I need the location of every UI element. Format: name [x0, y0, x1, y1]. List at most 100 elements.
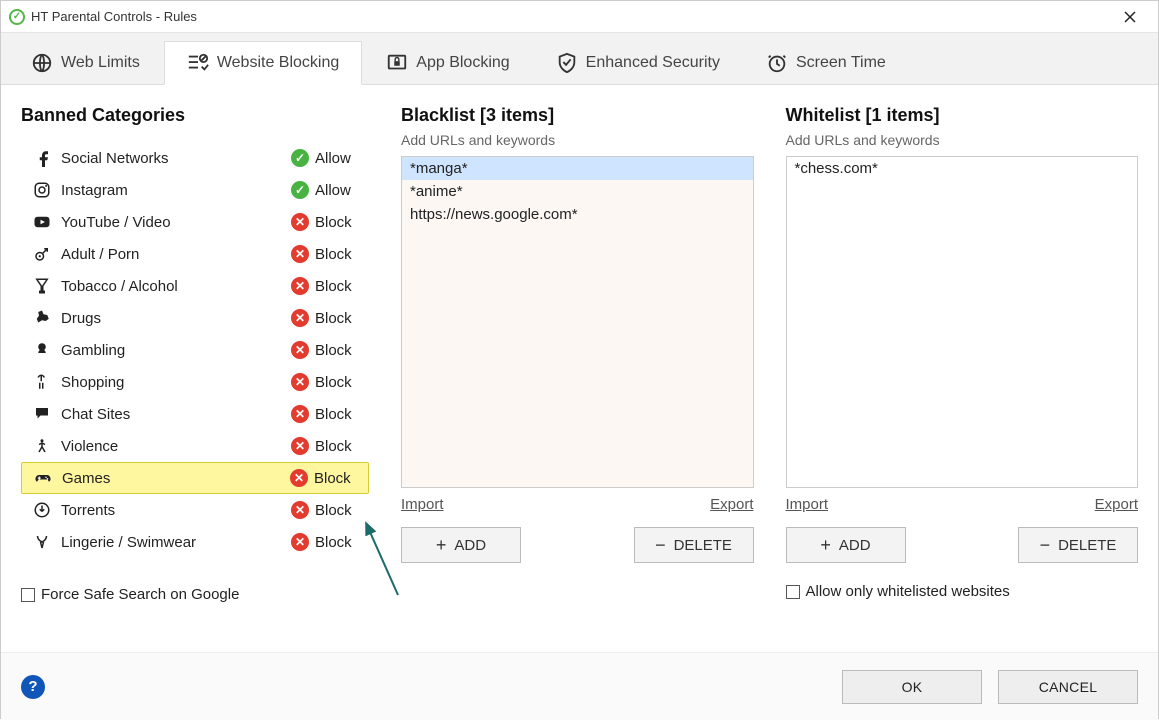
category-row-violence[interactable]: Violence✕Block [21, 430, 369, 462]
category-row-gambling[interactable]: Gambling✕ Block [21, 334, 369, 366]
block-icon: ✕ [291, 213, 309, 231]
blacklist-import-link[interactable]: Import [401, 496, 444, 513]
safe-search-checkbox[interactable]: Force Safe Search on Google [21, 586, 369, 603]
plus-icon: + [436, 536, 447, 554]
block-icon: ✕ [291, 341, 309, 359]
content: Banned Categories Social Networks✓AllowI… [1, 85, 1158, 652]
category-name: Shopping [53, 374, 291, 391]
tabbar: Web Limits Website Blocking App Blocking… [1, 33, 1158, 85]
category-row-social-networks[interactable]: Social Networks✓Allow [21, 142, 369, 174]
category-icon [31, 277, 53, 295]
category-name: Violence [53, 438, 291, 455]
category-row-tobacco-alcohol[interactable]: Tobacco / Alcohol✕Block [21, 270, 369, 302]
category-icon [31, 213, 53, 231]
shield-icon [556, 52, 578, 74]
blacklist-listbox[interactable]: *manga**anime*https://news.google.com* [401, 156, 754, 488]
category-name: Gambling [53, 342, 291, 359]
block-icon: ✕ [291, 277, 309, 295]
blacklist-add-button[interactable]: + ADD [401, 527, 521, 563]
whitelist-title: Whitelist [1 items] [786, 105, 1139, 126]
block-settings-icon [187, 52, 209, 74]
block-icon: ✕ [291, 437, 309, 455]
tab-web-limits[interactable]: Web Limits [9, 41, 162, 85]
category-row-drugs[interactable]: Drugs✕Block [21, 302, 369, 334]
tab-website-blocking[interactable]: Website Blocking [164, 41, 362, 85]
category-row-adult-porn[interactable]: Adult / Porn✕Block [21, 238, 369, 270]
status-text: Block [315, 534, 363, 551]
category-row-torrents[interactable]: Torrents✕ Block [21, 494, 369, 526]
minus-icon: − [1040, 536, 1051, 554]
category-icon [31, 309, 53, 327]
help-button[interactable]: ? [21, 675, 45, 699]
status-text: Allow [315, 182, 363, 199]
tab-app-blocking[interactable]: App Blocking [364, 41, 531, 85]
checkbox-icon [21, 588, 35, 602]
blacklist-item[interactable]: *manga* [402, 157, 753, 180]
whitelist-delete-button[interactable]: − DELETE [1018, 527, 1138, 563]
block-icon: ✕ [291, 373, 309, 391]
block-icon: ✕ [291, 309, 309, 327]
whitelist-export-link[interactable]: Export [1095, 496, 1138, 513]
category-row-youtube-video[interactable]: YouTube / Video✕ Block [21, 206, 369, 238]
plus-icon: + [820, 536, 831, 554]
category-row-instagram[interactable]: Instagram✓Allow [21, 174, 369, 206]
category-row-lingerie-swimwear[interactable]: Lingerie / Swimwear✕ Block [21, 526, 369, 558]
tab-label: Website Blocking [217, 54, 339, 72]
category-row-shopping[interactable]: Shopping✕ Block [21, 366, 369, 398]
delete-label: DELETE [674, 537, 732, 554]
block-icon: ✕ [291, 245, 309, 263]
category-icon [32, 469, 54, 487]
blacklist-hint: Add URLs and keywords [401, 132, 754, 148]
tab-label: Enhanced Security [586, 54, 720, 72]
tab-enhanced-security[interactable]: Enhanced Security [534, 41, 742, 85]
cancel-button[interactable]: CANCEL [998, 670, 1138, 704]
block-icon: ✕ [291, 533, 309, 551]
whitelist-add-button[interactable]: + ADD [786, 527, 906, 563]
category-name: Torrents [53, 502, 291, 519]
category-icon [31, 181, 53, 199]
globe-icon [31, 52, 53, 74]
allow-icon: ✓ [291, 149, 309, 167]
add-label: ADD [454, 537, 486, 554]
status-text: Block [315, 214, 363, 231]
checkbox-icon [786, 585, 800, 599]
blacklist-panel: Blacklist [3 items] Add URLs and keyword… [401, 105, 754, 642]
allow-only-whitelist-checkbox[interactable]: Allow only whitelisted websites [786, 583, 1139, 600]
category-row-games[interactable]: Games✕Block [21, 462, 369, 494]
blacklist-item[interactable]: https://news.google.com* [402, 203, 753, 226]
whitelist-listbox[interactable]: *chess.com* [786, 156, 1139, 488]
close-button[interactable] [1110, 3, 1150, 31]
window-title: HT Parental Controls - Rules [31, 9, 197, 24]
status-text: Block [315, 374, 363, 391]
blacklist-export-link[interactable]: Export [710, 496, 753, 513]
category-name: Social Networks [53, 150, 291, 167]
block-icon: ✕ [291, 501, 309, 519]
minus-icon: − [655, 536, 666, 554]
category-row-chat-sites[interactable]: Chat Sites✕Block [21, 398, 369, 430]
whitelist-hint: Add URLs and keywords [786, 132, 1139, 148]
tab-label: App Blocking [416, 54, 509, 72]
tab-screen-time[interactable]: Screen Time [744, 41, 908, 85]
tab-label: Screen Time [796, 54, 886, 72]
category-icon [31, 437, 53, 455]
category-name: YouTube / Video [53, 214, 291, 231]
safe-search-label: Force Safe Search on Google [41, 586, 239, 603]
categories-list: Social Networks✓AllowInstagram✓AllowYouT… [21, 142, 369, 558]
category-icon [31, 405, 53, 423]
whitelist-item[interactable]: *chess.com* [787, 157, 1138, 180]
ok-button[interactable]: OK [842, 670, 982, 704]
whitelist-import-link[interactable]: Import [786, 496, 829, 513]
allow-icon: ✓ [291, 181, 309, 199]
status-text: Block [315, 502, 363, 519]
category-icon [31, 149, 53, 167]
status-text: Block [315, 342, 363, 359]
category-name: Lingerie / Swimwear [53, 534, 291, 551]
category-name: Tobacco / Alcohol [53, 278, 291, 295]
footer: ? OK CANCEL [1, 652, 1158, 720]
blacklist-item[interactable]: *anime* [402, 180, 753, 203]
blacklist-delete-button[interactable]: − DELETE [634, 527, 754, 563]
delete-label: DELETE [1058, 537, 1116, 554]
app-lock-icon [386, 52, 408, 74]
whitelist-panel: Whitelist [1 items] Add URLs and keyword… [786, 105, 1139, 642]
category-name: Games [54, 470, 290, 487]
